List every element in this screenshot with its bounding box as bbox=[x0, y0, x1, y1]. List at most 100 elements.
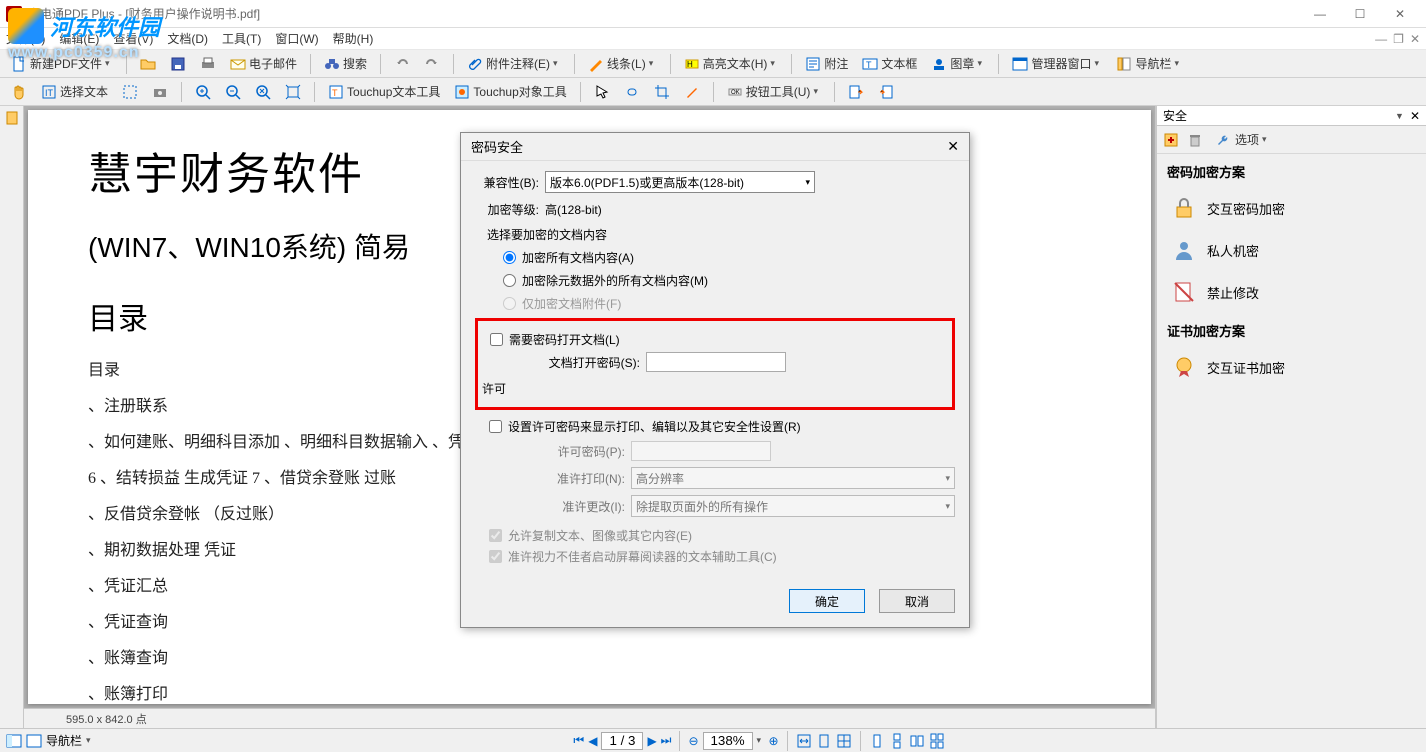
bookmarks-icon[interactable] bbox=[4, 110, 20, 126]
radio-except-meta[interactable] bbox=[503, 274, 516, 287]
undo-button[interactable] bbox=[389, 53, 415, 75]
navbar-button[interactable]: 导航栏▾ bbox=[1111, 53, 1187, 75]
right-panel: 安全 ▼ ✕ 选项▾ 密码加密方案 交互密码加密 私人机密 禁止修改 证书加密方… bbox=[1156, 106, 1426, 728]
menu-window[interactable]: 窗口(W) bbox=[275, 30, 318, 47]
window-minimize-button[interactable]: — bbox=[1300, 0, 1340, 28]
pencil-line-icon bbox=[588, 56, 604, 72]
secondary-toolbar: IT选择文本 TTouchup文本工具 Touchup对象工具 OK按钮工具(U… bbox=[0, 78, 1426, 106]
menu-view[interactable]: 查看(V) bbox=[113, 30, 153, 47]
save-button[interactable] bbox=[165, 53, 191, 75]
zoom-out-button-bottom[interactable]: ⊖ bbox=[688, 734, 698, 748]
radio-all[interactable] bbox=[503, 251, 516, 264]
add-scheme-icon[interactable] bbox=[1163, 132, 1179, 148]
perm-pw-checkbox[interactable] bbox=[489, 420, 502, 433]
attach-annotate-button[interactable]: 附件注释(E)▾ bbox=[462, 53, 566, 75]
highlight-button[interactable]: H高亮文本(H)▾ bbox=[679, 53, 784, 75]
item-label: 交互密码加密 bbox=[1207, 199, 1285, 218]
window-titlebar: 文电通PDF Plus - [财务用户操作说明书.pdf] — ☐ ✕ bbox=[0, 0, 1426, 28]
fit-width-icon[interactable] bbox=[796, 733, 812, 749]
dialog-close-button[interactable]: ✕ bbox=[947, 138, 959, 155]
redo-button[interactable] bbox=[419, 53, 445, 75]
button-tool-button[interactable]: OK按钮工具(U)▾ bbox=[722, 81, 827, 103]
actual-size-icon[interactable] bbox=[836, 733, 852, 749]
scheme-cert[interactable]: 交互证书加密 bbox=[1157, 346, 1426, 388]
window-close-button[interactable]: ✕ bbox=[1380, 0, 1420, 28]
mdi-restore-icon[interactable]: ❐ bbox=[1393, 32, 1404, 46]
pen-tool-button[interactable] bbox=[679, 81, 705, 103]
menu-document[interactable]: 文档(D) bbox=[167, 30, 208, 47]
print-button[interactable] bbox=[195, 53, 221, 75]
mdi-minimize-icon[interactable]: — bbox=[1375, 32, 1387, 46]
line-tool-button[interactable]: 线条(L)▾ bbox=[583, 53, 662, 75]
compat-select[interactable]: 版本6.0(PDF1.5)或更高版本(128-bit)▾ bbox=[545, 171, 815, 193]
scheme-interactive-pw[interactable]: 交互密码加密 bbox=[1157, 187, 1426, 229]
cancel-button[interactable]: 取消 bbox=[879, 589, 955, 613]
link-button[interactable] bbox=[619, 81, 645, 103]
search-button[interactable]: 搜索 bbox=[319, 53, 372, 75]
panel-close-icon[interactable]: ✕ bbox=[1410, 109, 1420, 123]
facing-icon[interactable] bbox=[909, 733, 925, 749]
svg-text:T: T bbox=[332, 88, 338, 98]
attach-button[interactable]: 附注 bbox=[800, 53, 853, 75]
zoom-input[interactable] bbox=[703, 732, 753, 750]
menu-file[interactable]: 文件(F) bbox=[6, 30, 45, 47]
select-text-button[interactable]: IT选择文本 bbox=[36, 81, 113, 103]
options-button[interactable]: 选项▾ bbox=[1211, 129, 1275, 151]
zoom-in-icon bbox=[195, 84, 211, 100]
dialog-titlebar[interactable]: 密码安全 ✕ bbox=[461, 133, 969, 161]
stamp-button[interactable]: 图章▾ bbox=[926, 53, 990, 75]
window-title: 文电通PDF Plus - [财务用户操作说明书.pdf] bbox=[28, 5, 1300, 22]
email-button[interactable]: 电子邮件 bbox=[225, 53, 302, 75]
zoom-in-button-bottom[interactable]: ⊕ bbox=[769, 734, 779, 748]
toc-line: 、账簿查询 bbox=[88, 644, 1091, 668]
export-button[interactable] bbox=[843, 81, 869, 103]
touchup-text-button[interactable]: TTouchup文本工具 bbox=[323, 81, 445, 103]
open-button[interactable] bbox=[135, 53, 161, 75]
import-icon bbox=[878, 84, 894, 100]
zoom-out-button[interactable] bbox=[220, 81, 246, 103]
zoom-dynamic-button[interactable] bbox=[250, 81, 276, 103]
bottom-bar: 导航栏▾ ⏮ ◀ ▶ ⏭ ⊖ ▾ ⊕ bbox=[0, 728, 1426, 752]
marquee-button[interactable] bbox=[117, 81, 143, 103]
page-input[interactable] bbox=[601, 732, 643, 750]
panel-dropdown-icon[interactable]: ▼ bbox=[1395, 111, 1404, 121]
menu-tools[interactable]: 工具(T) bbox=[222, 30, 261, 47]
fit-page-icon[interactable] bbox=[816, 733, 832, 749]
section-password: 密码加密方案 bbox=[1157, 154, 1426, 187]
touchup-object-button[interactable]: Touchup对象工具 bbox=[449, 81, 571, 103]
crop-button[interactable] bbox=[649, 81, 675, 103]
snapshot-button[interactable] bbox=[147, 81, 173, 103]
continuous-icon[interactable] bbox=[889, 733, 905, 749]
new-pdf-button[interactable]: 新建PDF文件▾ bbox=[6, 53, 118, 75]
first-page-button[interactable]: ⏮ bbox=[573, 733, 584, 748]
scheme-no-modify[interactable]: 禁止修改 bbox=[1157, 271, 1426, 313]
textbox-button[interactable]: T文本框 bbox=[857, 53, 922, 75]
menu-edit[interactable]: 编辑(E) bbox=[59, 30, 99, 47]
next-page-button[interactable]: ▶ bbox=[647, 734, 656, 748]
open-pw-input[interactable] bbox=[646, 352, 786, 372]
delete-icon[interactable] bbox=[1187, 132, 1203, 148]
last-page-button[interactable]: ⏭ bbox=[661, 733, 672, 748]
redo-icon bbox=[424, 56, 440, 72]
pen-icon bbox=[684, 84, 700, 100]
mdi-close-icon[interactable]: ✕ bbox=[1410, 32, 1420, 46]
nav-panel-icon-2[interactable] bbox=[26, 733, 42, 749]
import-button[interactable] bbox=[873, 81, 899, 103]
nav-panel-icon[interactable] bbox=[6, 733, 22, 749]
manager-window-button[interactable]: 管理器窗口▾ bbox=[1007, 53, 1107, 75]
scheme-private[interactable]: 私人机密 bbox=[1157, 229, 1426, 271]
perm-pw-input bbox=[631, 441, 771, 461]
arrow-button[interactable] bbox=[589, 81, 615, 103]
prev-page-button[interactable]: ◀ bbox=[588, 734, 597, 748]
menu-help[interactable]: 帮助(H) bbox=[333, 30, 374, 47]
zoom-fit-button[interactable] bbox=[280, 81, 306, 103]
facing-continuous-icon[interactable] bbox=[929, 733, 945, 749]
need-open-pw-checkbox[interactable] bbox=[490, 333, 503, 346]
zoom-in-button[interactable] bbox=[190, 81, 216, 103]
single-page-icon[interactable] bbox=[869, 733, 885, 749]
window-maximize-button[interactable]: ☐ bbox=[1340, 0, 1380, 28]
new-file-icon bbox=[11, 56, 27, 72]
zoom-dynamic-icon bbox=[255, 84, 271, 100]
hand-tool-button[interactable] bbox=[6, 81, 32, 103]
ok-button[interactable]: 确定 bbox=[789, 589, 865, 613]
